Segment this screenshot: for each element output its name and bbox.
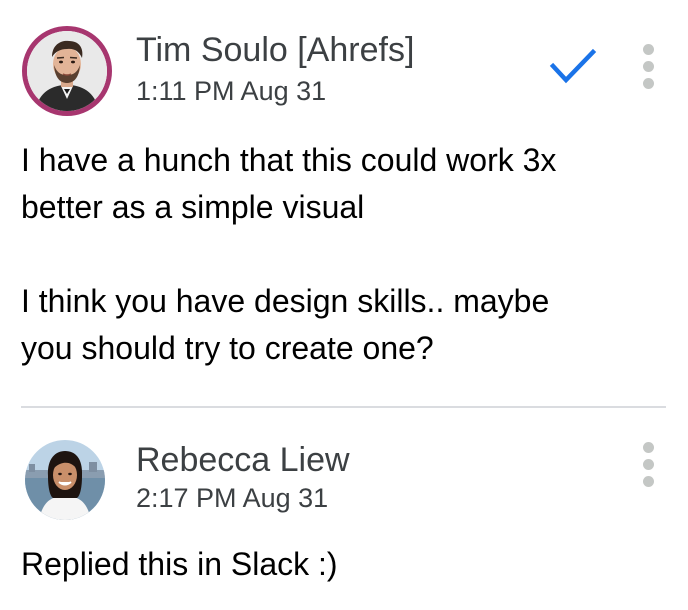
comment-body: I have a hunch that this could work 3x b… [21, 142, 557, 366]
comment-timestamp: 1:11 PM Aug 31 [136, 76, 327, 106]
checkmark-icon [549, 48, 597, 84]
more-vert-icon [643, 44, 654, 55]
avatar-rebecca-liew[interactable] [25, 440, 105, 520]
more-vert-icon-dot [643, 61, 654, 72]
more-options-button[interactable] [634, 440, 664, 496]
avatar-tim-soulo[interactable] [22, 26, 112, 116]
more-vert-icon-dot [643, 476, 654, 487]
avatar-photo-tim-soulo [27, 31, 107, 111]
comment-timestamp: 2:17 PM Aug 31 [136, 483, 329, 513]
more-vert-icon [643, 442, 654, 453]
comment-body: Replied this in Slack :) [21, 546, 338, 582]
comment-rebecca-liew: Rebecca Liew 2:17 PM Aug 31 Replied this… [0, 408, 688, 610]
more-options-button[interactable] [634, 42, 664, 98]
comment-author: Tim Soulo [Ahrefs] [136, 31, 415, 69]
more-vert-icon-dot [643, 78, 654, 89]
resolve-button[interactable] [548, 46, 598, 86]
avatar-photo-rebecca-liew [25, 440, 105, 520]
comment-tim-soulo: Tim Soulo [Ahrefs] 1:11 PM Aug 31 I have… [0, 0, 688, 406]
more-vert-icon-dot [643, 459, 654, 470]
comment-author: Rebecca Liew [136, 441, 350, 479]
